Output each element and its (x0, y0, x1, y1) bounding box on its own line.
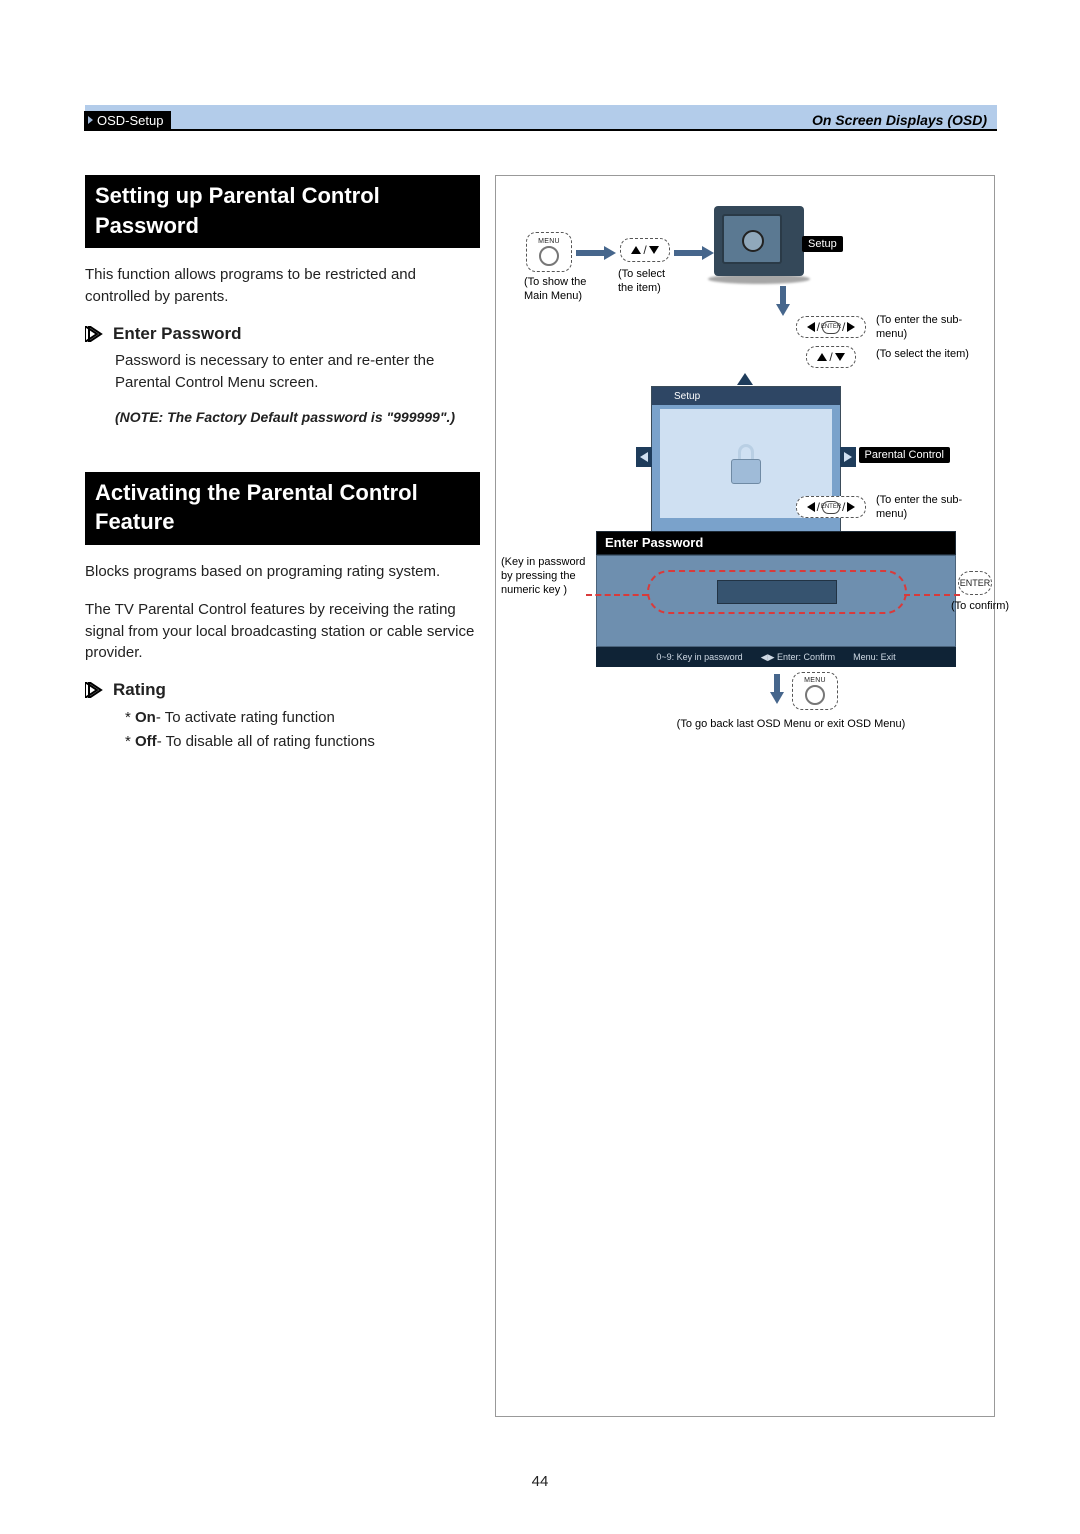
parental-control-label: Parental Control (859, 447, 951, 463)
remote-menu-button: MENU (526, 232, 572, 272)
intro-text: This function allows programs to be rest… (85, 264, 480, 308)
caption-select-item: (To select the item) (618, 268, 682, 296)
password-field (717, 580, 837, 604)
arrow-right-icon (576, 248, 616, 258)
hint-confirm: ◀▶ Enter: Confirm (761, 652, 835, 663)
page-number: 44 (0, 1473, 1080, 1490)
remote-left-enter-right-button: /ENTER/ (796, 316, 866, 338)
osd-panel-title: Setup (652, 387, 840, 405)
heading-activate-parental: Activating the Parental Control Feature (85, 472, 480, 545)
safe-setup-label: Setup (802, 236, 843, 252)
lock-icon (729, 444, 763, 484)
caption-enter-sub: (To enter the sub-menu) (876, 314, 976, 342)
caption-keyin: (Key in password by pressing the numeric… (501, 556, 591, 597)
arrow-right-icon (674, 248, 714, 258)
activate-p1: Blocks programs based on programing rati… (85, 561, 480, 583)
osd-hint-bar: 0~9: Key in password ◀▶ Enter: Confirm M… (596, 647, 956, 667)
caption-confirm: (To confirm) (951, 600, 1031, 614)
remote-updown-button: / (620, 238, 670, 262)
breadcrumb-text: OSD-Setup (97, 113, 163, 128)
subheading-text: Enter Password (113, 324, 242, 344)
enter-password-title: Enter Password (596, 531, 956, 555)
arrow-down-icon (772, 674, 782, 704)
safe-icon (714, 206, 804, 276)
enter-password-panel: Enter Password 0~9: Key in password ◀▶ E… (596, 531, 956, 667)
remote-menu-button: MENU (792, 672, 838, 710)
enter-password-body: Password is necessary to enter and re-en… (115, 350, 480, 394)
rating-option-on: * On- To activate rating function (125, 706, 480, 730)
caption-select-item2: (To select the item) (876, 348, 986, 362)
subheading-text: Rating (113, 680, 166, 700)
heading-parental-password: Setting up Parental Control Password (85, 175, 480, 248)
remote-left-enter-right-button: /ENTER/ (796, 496, 866, 518)
subheading-enter-password: Enter Password (85, 324, 480, 344)
chevron-right-icon (88, 116, 93, 124)
chevron-right-icon (85, 682, 105, 698)
arrow-down-icon (778, 286, 788, 316)
caption-enter-sub2: (To enter the sub-menu) (876, 494, 976, 522)
chevron-right-icon (85, 326, 105, 342)
hint-keyin: 0~9: Key in password (656, 652, 742, 662)
caption-goback: (To go back last OSD Menu or exit OSD Me… (616, 718, 966, 732)
circle-button-icon (805, 685, 825, 705)
hint-exit: Menu: Exit (853, 652, 896, 662)
default-password-note: (NOTE: The Factory Default password is "… (115, 407, 480, 427)
circle-button-icon (539, 246, 559, 266)
menu-label: MENU (538, 238, 560, 245)
activate-p2: The TV Parental Control features by rece… (85, 599, 480, 664)
rating-option-off: * Off- To disable all of rating function… (125, 730, 480, 754)
page-header: OSD-Setup On Screen Displays (OSD) (85, 105, 997, 131)
subheading-rating: Rating (85, 680, 480, 700)
section-title: On Screen Displays (OSD) (812, 112, 987, 128)
caption-show-main: (To show the Main Menu) (524, 276, 588, 304)
remote-enter-button: ENTER (958, 571, 992, 595)
rating-options: * On- To activate rating function * Off-… (125, 706, 480, 754)
breadcrumb: OSD-Setup (84, 111, 171, 131)
figure-osd-flow: MENU (To show the Main Menu) / (To selec… (495, 175, 995, 1417)
remote-updown-button: / (806, 346, 856, 368)
